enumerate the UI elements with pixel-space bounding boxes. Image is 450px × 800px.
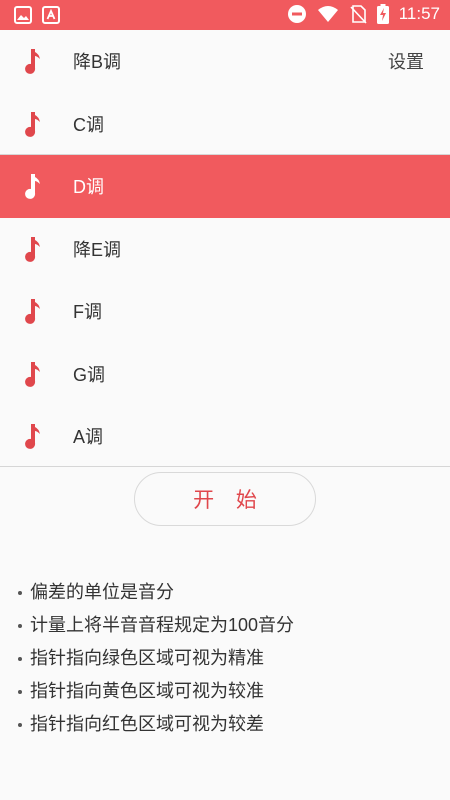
music-note-icon (25, 111, 40, 137)
status-bar: 11:57 (0, 0, 450, 30)
info-note: 计量上将半音音程规定为100音分 (16, 609, 436, 642)
bullet-dot (18, 590, 22, 595)
battery-charging-icon (376, 4, 389, 24)
key-item-a[interactable]: A调 (0, 405, 450, 468)
music-note-icon (25, 49, 40, 74)
do-not-disturb-icon (287, 4, 307, 24)
key-item-label: C调 (73, 114, 104, 135)
no-sim-icon (349, 4, 367, 24)
key-item-b-flat[interactable]: 降B调 设置 (0, 30, 450, 93)
info-note-text: 指针指向红色区域可视为较差 (30, 714, 264, 734)
app-notification-icon (42, 6, 60, 28)
info-note: 偏差的单位是音分 (16, 576, 436, 609)
bullet-dot (18, 623, 22, 628)
wifi-icon (317, 5, 339, 23)
info-note-text: 计量上将半音音程规定为100音分 (30, 615, 295, 635)
info-note: 指针指向绿色区域可视为精准 (16, 642, 436, 675)
key-item-label: 降B调 (73, 52, 122, 73)
key-item-d[interactable]: D调 (0, 155, 450, 218)
status-bar-left (14, 6, 60, 28)
music-note-icon (25, 361, 40, 387)
status-bar-right: 11:57 (287, 4, 440, 24)
info-note-text: 指针指向绿色区域可视为精准 (30, 648, 264, 668)
bullet-dot (18, 722, 22, 727)
bullet-dot (18, 689, 22, 694)
info-note-text: 指针指向黄色区域可视为较准 (30, 681, 264, 701)
key-item-g[interactable]: G调 (0, 343, 450, 406)
settings-button[interactable]: 设置 (388, 48, 424, 74)
key-item-label: 降E调 (73, 239, 122, 260)
key-item-c[interactable]: C调 (0, 93, 450, 156)
key-item-label: F调 (73, 302, 102, 323)
key-item-label: A调 (73, 427, 104, 448)
bullet-dot (18, 656, 22, 661)
info-note-text: 偏差的单位是音分 (30, 582, 174, 602)
key-item-label: D调 (73, 177, 104, 198)
music-note-icon (25, 236, 40, 262)
image-icon (14, 6, 32, 28)
key-item-e-flat[interactable]: 降E调 (0, 218, 450, 281)
music-note-icon (25, 424, 40, 449)
divider (0, 466, 450, 467)
info-note: 指针指向黄色区域可视为较准 (16, 675, 436, 708)
start-button[interactable]: 开 始 (134, 472, 316, 526)
music-note-icon (25, 174, 40, 199)
divider (0, 154, 450, 155)
key-list: 降B调 设置 C调 D调 降E调 F调 G调 A调 (0, 30, 450, 468)
key-item-f[interactable]: F调 (0, 280, 450, 343)
music-note-icon (25, 299, 40, 324)
status-time: 11:57 (398, 4, 440, 23)
key-item-label: G调 (73, 364, 106, 385)
info-note: 指针指向红色区域可视为较差 (16, 708, 436, 741)
info-notes-list: 偏差的单位是音分 计量上将半音音程规定为100音分 指针指向绿色区域可视为精准 … (16, 576, 436, 741)
